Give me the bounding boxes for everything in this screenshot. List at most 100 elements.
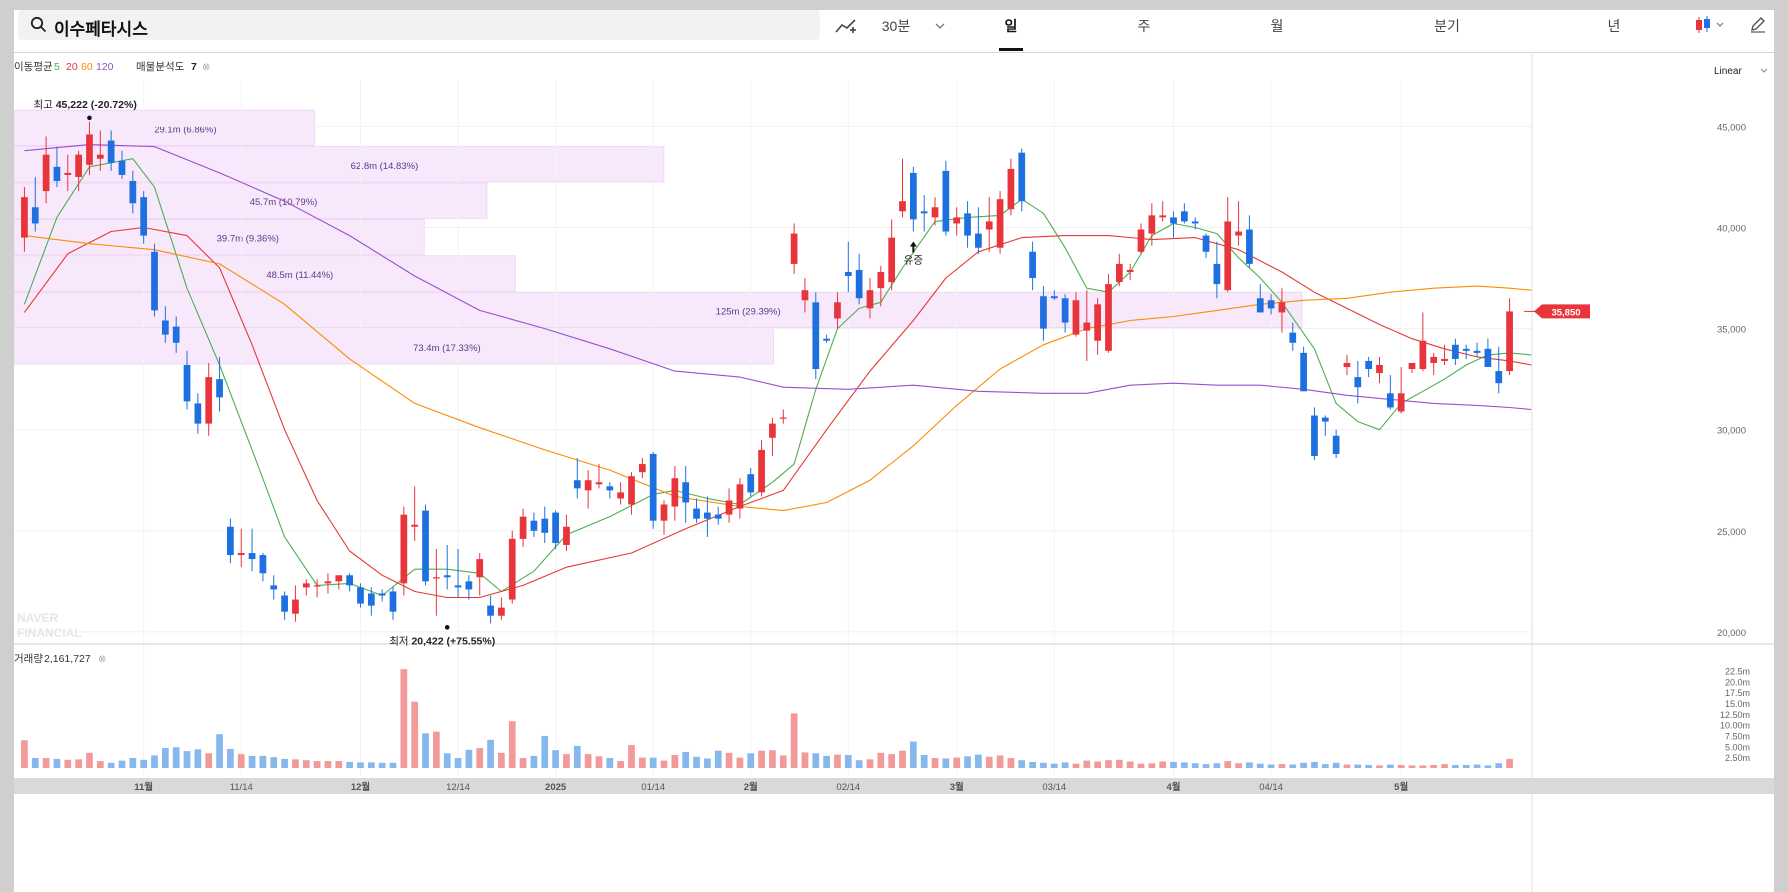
volume-bar <box>682 751 690 768</box>
chart-window: 이수페타시스 30분 일 주 월 분기 년 29.1m (6.86%) 62.8m… <box>14 10 1774 892</box>
candle-body <box>541 518 549 533</box>
tab-week[interactable]: 주 <box>1119 16 1169 36</box>
candle-body <box>725 500 733 515</box>
volume-bar <box>1332 762 1340 768</box>
search-icon <box>30 16 47 33</box>
candle-body <box>433 577 440 579</box>
candle-body <box>411 524 419 527</box>
volume-bar <box>1267 764 1275 768</box>
candle-body <box>1181 211 1188 222</box>
tab-month[interactable]: 월 <box>1252 16 1302 36</box>
candle-body <box>617 492 625 499</box>
draw-tool-icon[interactable] <box>834 16 858 36</box>
ma-legend-label[interactable]: 이동평균 <box>14 61 53 73</box>
price-tick-label: 30,000 <box>1717 426 1746 437</box>
watermark-line2: FINANCIAL <box>17 626 82 640</box>
candle-body <box>1191 221 1199 224</box>
candle-body <box>1495 371 1503 384</box>
volume-bar <box>172 747 180 768</box>
candle-body <box>1321 417 1329 422</box>
vp-legend-label[interactable]: 매물분석도 <box>136 61 185 73</box>
candle-body <box>812 302 820 370</box>
volume-bar <box>584 754 592 768</box>
candle-type-icon[interactable] <box>1694 14 1728 36</box>
candle-body <box>422 510 429 582</box>
volume-bar <box>1018 760 1026 768</box>
stock-chart[interactable]: 29.1m (6.86%)62.8m (14.83%)45.7m (10.79%… <box>14 52 1774 892</box>
volume-bar <box>64 759 72 768</box>
volume-bar <box>736 757 744 768</box>
candle-body <box>736 484 744 509</box>
candle-body <box>1419 340 1427 370</box>
scale-label[interactable]: Linear <box>1714 66 1742 77</box>
tab-year[interactable]: 년 <box>1589 16 1639 36</box>
candle-body <box>281 595 288 612</box>
ma120-legend[interactable]: 120 <box>96 61 114 73</box>
volume-bar <box>573 745 581 768</box>
candle-body <box>920 211 928 214</box>
tab-30min[interactable]: 30분 <box>871 16 921 36</box>
volume-bar <box>899 750 906 768</box>
volume-bar <box>1061 762 1069 768</box>
tab-day[interactable]: 일 <box>986 16 1036 51</box>
candle-body <box>161 320 169 335</box>
candle-body <box>1018 152 1026 202</box>
volume-bar <box>476 748 484 768</box>
volume-bar <box>465 749 473 768</box>
volume-bar <box>1213 763 1221 768</box>
candle-body <box>292 599 299 614</box>
candle-body <box>443 575 451 578</box>
volume-bar <box>443 753 451 768</box>
volume-bar <box>346 761 353 768</box>
volume-bar <box>649 757 657 768</box>
volume-bar <box>1191 763 1199 768</box>
candle-body <box>1408 362 1416 370</box>
candle-body <box>129 180 137 204</box>
candle-body <box>1462 348 1470 351</box>
volume-bar <box>769 750 776 768</box>
volume-legend-label: 거래량 <box>14 653 43 665</box>
candle-body <box>1430 356 1438 363</box>
candle-body <box>747 474 755 493</box>
search-box[interactable]: 이수페타시스 <box>18 10 820 40</box>
close-icon[interactable]: ⊗ <box>98 654 106 665</box>
pencil-icon[interactable] <box>1749 15 1767 33</box>
vp-legend-value: 7 <box>191 61 197 73</box>
volume-bar <box>1115 759 1123 768</box>
candle-body <box>324 581 332 584</box>
chevron-down-icon[interactable] <box>1760 68 1768 73</box>
candle-body <box>1484 348 1492 368</box>
volume-bar <box>21 740 28 768</box>
candle-body <box>1452 344 1459 359</box>
candle-body <box>801 290 809 301</box>
candle-body <box>313 585 321 587</box>
volume-bar <box>1007 758 1015 768</box>
candle-body <box>1213 263 1221 285</box>
volume-bar <box>1473 764 1481 768</box>
volume-bar <box>844 755 852 768</box>
volume-bar <box>1278 764 1286 768</box>
chevron-down-icon[interactable] <box>935 23 945 30</box>
ma60-legend[interactable]: 60 <box>81 61 93 73</box>
volume-bar <box>823 755 830 768</box>
volume-bar <box>42 758 50 768</box>
candle-body <box>584 480 592 491</box>
candle-body <box>573 480 581 489</box>
candle-body <box>335 575 343 582</box>
volume-bar <box>866 759 874 768</box>
volume-tick-label: 20.0m <box>1725 677 1750 687</box>
volume-bar <box>281 758 288 768</box>
volume-bar <box>389 762 397 768</box>
ma20-legend[interactable]: 20 <box>66 61 78 73</box>
candle-body <box>985 221 993 230</box>
tab-quarter[interactable]: 분기 <box>1422 16 1472 36</box>
volume-bar <box>227 748 234 768</box>
time-tick-label: 4월 <box>1167 781 1181 793</box>
volume-bar <box>422 733 429 768</box>
volume-bar <box>357 762 364 768</box>
volume-bar <box>75 759 82 768</box>
volume-bar <box>367 762 375 768</box>
close-icon[interactable]: ⊗ <box>202 62 210 73</box>
ma5-legend[interactable]: 5 <box>54 61 60 73</box>
candle-body <box>899 201 906 212</box>
